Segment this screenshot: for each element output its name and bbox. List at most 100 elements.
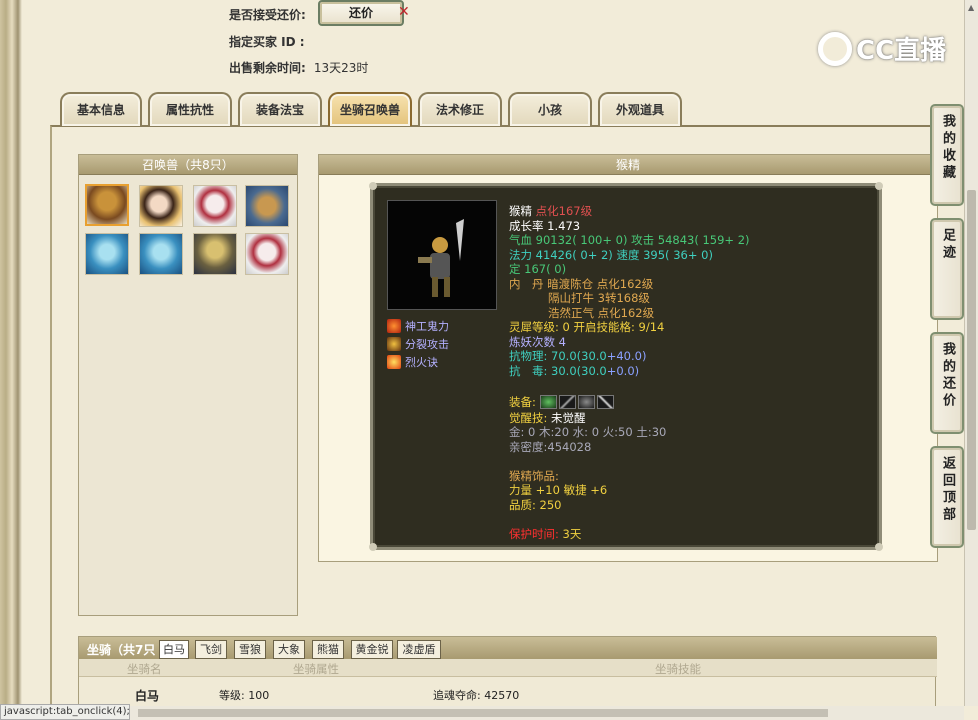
tab-spell-mods[interactable]: 法术修正 [418,92,502,126]
hp-label: 气血 [509,233,536,247]
mount-skill: 追魂夺命: 42570 [433,689,520,702]
pet-stats-card: 神工鬼力 分裂攻击 烈火诀 猴精 点化167级 成长率 1.473 气血 901… [369,182,883,551]
pet-stats: 猴精 点化167级 成长率 1.473 气血 90132( 100+ 0) 攻击… [509,204,750,541]
skill-label: 烈火诀 [405,356,438,369]
tab-attributes[interactable]: 属性抗性 [148,92,232,126]
mount-tab[interactable]: 飞剑 [195,640,227,659]
pet-list-title: 召唤兽（共8只） [79,155,297,175]
tab-appearance[interactable]: 外观道具 [598,92,682,126]
tab-basic-info[interactable]: 基本信息 [60,92,142,126]
pet-avatar[interactable] [139,185,183,227]
phys-resist-label: 抗物理: [509,349,552,363]
mount-tab[interactable]: 白马 [159,640,189,659]
tab-mounts-pets[interactable]: 坐骑召唤兽 [328,92,412,126]
accept-bargain-label: 是否接受还价: [229,8,306,22]
nav-back-to-top[interactable]: 返回顶部 [930,446,964,548]
remaining-time: 出售剩余时间: 13天23时 [229,59,368,76]
ornament-bonus: 力量 +10 敏捷 +6 [509,483,608,497]
pet-skill[interactable]: 烈火诀 [387,354,438,370]
skill-label: 分裂攻击 [405,338,449,351]
pet-detail-title: 猴精 [319,155,937,175]
pet-avatar[interactable] [85,233,129,275]
pet-avatar[interactable] [245,233,289,275]
neidan-label: 内 丹 [509,276,548,291]
corner-rivet [875,182,883,190]
mp-label: 法力 [509,247,536,262]
pet-skill[interactable]: 神工鬼力 [387,318,449,334]
mp-value: 41426( 0+ 2) [535,247,613,262]
speed-value: 395( 36+ 0) [643,247,713,262]
remaining-label: 出售剩余时间: [229,61,306,75]
neidan-item: 暗渡陈仓 点化162级 [547,276,654,291]
fire-icon [387,355,401,369]
col-mount-attr: 坐骑属性 [293,662,339,676]
mount-tab[interactable]: 黄金锐 [351,640,393,659]
pet-avatar[interactable] [193,185,237,227]
weapon-equip-icon[interactable] [558,395,576,409]
tab-equipment[interactable]: 装备法宝 [238,92,322,126]
nav-my-favorites[interactable]: 我的收藏 [930,104,964,206]
mount-table-header: 坐骑名 坐骑属性 坐骑技能 [79,659,937,677]
armor-equip-icon[interactable] [577,395,595,409]
attack-value: 54843( 159+ 2) [657,233,750,247]
corner-rivet [875,543,883,551]
pet-name: 猴精 [509,204,532,218]
col-mount-name: 坐骑名 [127,662,162,676]
mount-header: 坐骑（共7只 白马 飞剑 雪狼 大象 熊猫 黄金锐 凌虚盾 [79,637,937,659]
lingxi-level: 灵犀等级: 0 开启技能格: 9/14 [509,320,665,334]
ornament-label: 猴精饰品: [509,468,559,483]
corner-rivet [369,182,377,190]
vertical-scrollbar[interactable]: ▲ [964,0,978,706]
corner-rivet [369,543,377,551]
intimacy: 亲密度:454028 [509,439,592,454]
attack-label: 攻击 [627,233,658,247]
scroll-thumb[interactable] [138,709,828,717]
nav-label: 返回顶部 [940,456,955,524]
logo-ring-icon [818,31,852,66]
pet-avatar[interactable] [245,185,289,227]
pet-avatar[interactable] [85,184,129,226]
awaken-value: 未觉醒 [551,410,586,425]
skill-label: 神工鬼力 [405,320,449,333]
mount-title: 坐骑（共7只 [87,643,156,657]
neidan-item: 浩然正气 点化162级 [548,305,655,320]
nav-footprints[interactable]: 足迹 [930,218,964,320]
poison-resist-bonus: +0.0) [606,363,640,378]
equip-label: 装备: [509,394,540,409]
pet-skill[interactable]: 分裂攻击 [387,336,449,352]
mount-tab[interactable]: 凌虚盾 [397,640,441,659]
blade-equip-icon[interactable] [596,395,614,409]
nav-my-bargains[interactable]: 我的还价 [930,332,964,434]
ring-equip-icon[interactable] [539,395,557,409]
close-icon[interactable]: ✕ [398,4,410,20]
bargain-button[interactable]: 还价 [318,0,404,26]
fist-icon [387,319,401,333]
nav-label: 足迹 [940,228,955,262]
phys-resist-base: 70.0(30.0 [551,349,607,363]
scroll-thumb[interactable] [967,190,976,530]
nav-label: 我的收藏 [940,114,955,182]
mount-level: 等级: 100 [219,689,270,702]
buyer-id-label: 指定买家 ID : [229,35,305,49]
protect-value: 3天 [562,526,582,541]
logo-text: CC直播 [856,36,947,66]
remaining-value: 13天23时 [313,61,369,75]
speed-label: 速度 [612,247,644,262]
growth-rate: 成长率 1.473 [509,218,581,233]
left-frame [0,0,22,720]
mount-tab[interactable]: 大象 [273,640,305,659]
phys-resist-bonus: +40.0) [606,349,647,363]
tab-children[interactable]: 小孩 [508,92,592,126]
mount-tab[interactable]: 熊猫 [312,640,344,659]
mount-tab[interactable]: 雪狼 [234,640,266,659]
pet-avatar[interactable] [193,233,237,275]
lianyao-count: 炼妖次数 4 [509,334,566,349]
neidan-item: 隔山打牛 3转168级 [548,291,650,305]
status-bar: javascript:tab_onclick(4); [0,704,130,720]
scroll-up-icon[interactable]: ▲ [968,3,974,12]
pet-avatar[interactable] [139,233,183,275]
monkey-warrior-icon [418,219,464,297]
pet-portrait [387,200,497,310]
element-stats: 金: 0 木:20 水: 0 火:50 土:30 [509,425,667,439]
horizontal-scrollbar[interactable] [130,706,964,720]
